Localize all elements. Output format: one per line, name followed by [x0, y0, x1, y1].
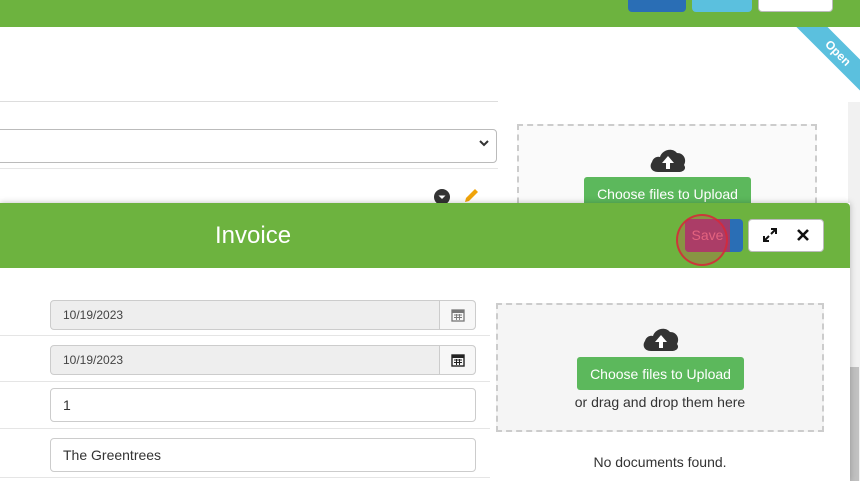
calendar-icon[interactable]: [439, 346, 475, 374]
top-bar: [0, 0, 860, 27]
date-field-1-value: 10/19/2023: [63, 308, 124, 322]
divider: [0, 381, 490, 382]
top-info-button[interactable]: [692, 0, 752, 12]
scrollbar-thumb[interactable]: [849, 367, 859, 481]
background-dropzone[interactable]: Choose files to Upload: [517, 124, 817, 214]
name-field[interactable]: The Greentrees: [50, 438, 476, 472]
background-select[interactable]: [0, 129, 497, 163]
save-button[interactable]: Save: [685, 219, 743, 252]
quantity-field[interactable]: 1: [50, 388, 476, 422]
cloud-upload-icon: [641, 325, 681, 358]
divider: [0, 335, 490, 336]
close-icon[interactable]: [796, 228, 810, 246]
date-field-1[interactable]: 10/19/2023: [50, 300, 476, 330]
expand-icon[interactable]: [763, 228, 777, 246]
cloud-upload-icon: [648, 146, 688, 179]
top-primary-button[interactable]: [628, 0, 686, 12]
window-controls: [748, 219, 824, 252]
divider: [0, 477, 490, 478]
divider: [0, 101, 498, 102]
status-ribbon-label: Open: [780, 27, 860, 102]
date-field-2[interactable]: 10/19/2023: [50, 345, 476, 375]
invoice-modal: Invoice Save 10/19/2023 10/19/2023 1 The…: [0, 203, 850, 481]
no-documents-message: No documents found.: [593, 454, 727, 470]
divider: [0, 428, 490, 429]
file-dropzone[interactable]: Choose files to Upload or drag and drop …: [496, 303, 824, 432]
calendar-icon[interactable]: [439, 301, 475, 329]
modal-header: Invoice Save: [0, 203, 850, 268]
date-field-2-value: 10/19/2023: [63, 353, 124, 367]
quantity-field-value: 1: [63, 397, 71, 413]
save-button-label: Save: [685, 219, 730, 252]
modal-title: Invoice: [215, 222, 292, 249]
top-default-button[interactable]: [758, 0, 833, 12]
drag-drop-hint: or drag and drop them here: [574, 394, 746, 410]
chevron-down-icon: [478, 136, 490, 152]
status-ribbon: Open: [760, 27, 860, 102]
upload-button[interactable]: Choose files to Upload: [577, 357, 744, 390]
divider: [0, 168, 498, 169]
name-field-value: The Greentrees: [63, 447, 162, 463]
